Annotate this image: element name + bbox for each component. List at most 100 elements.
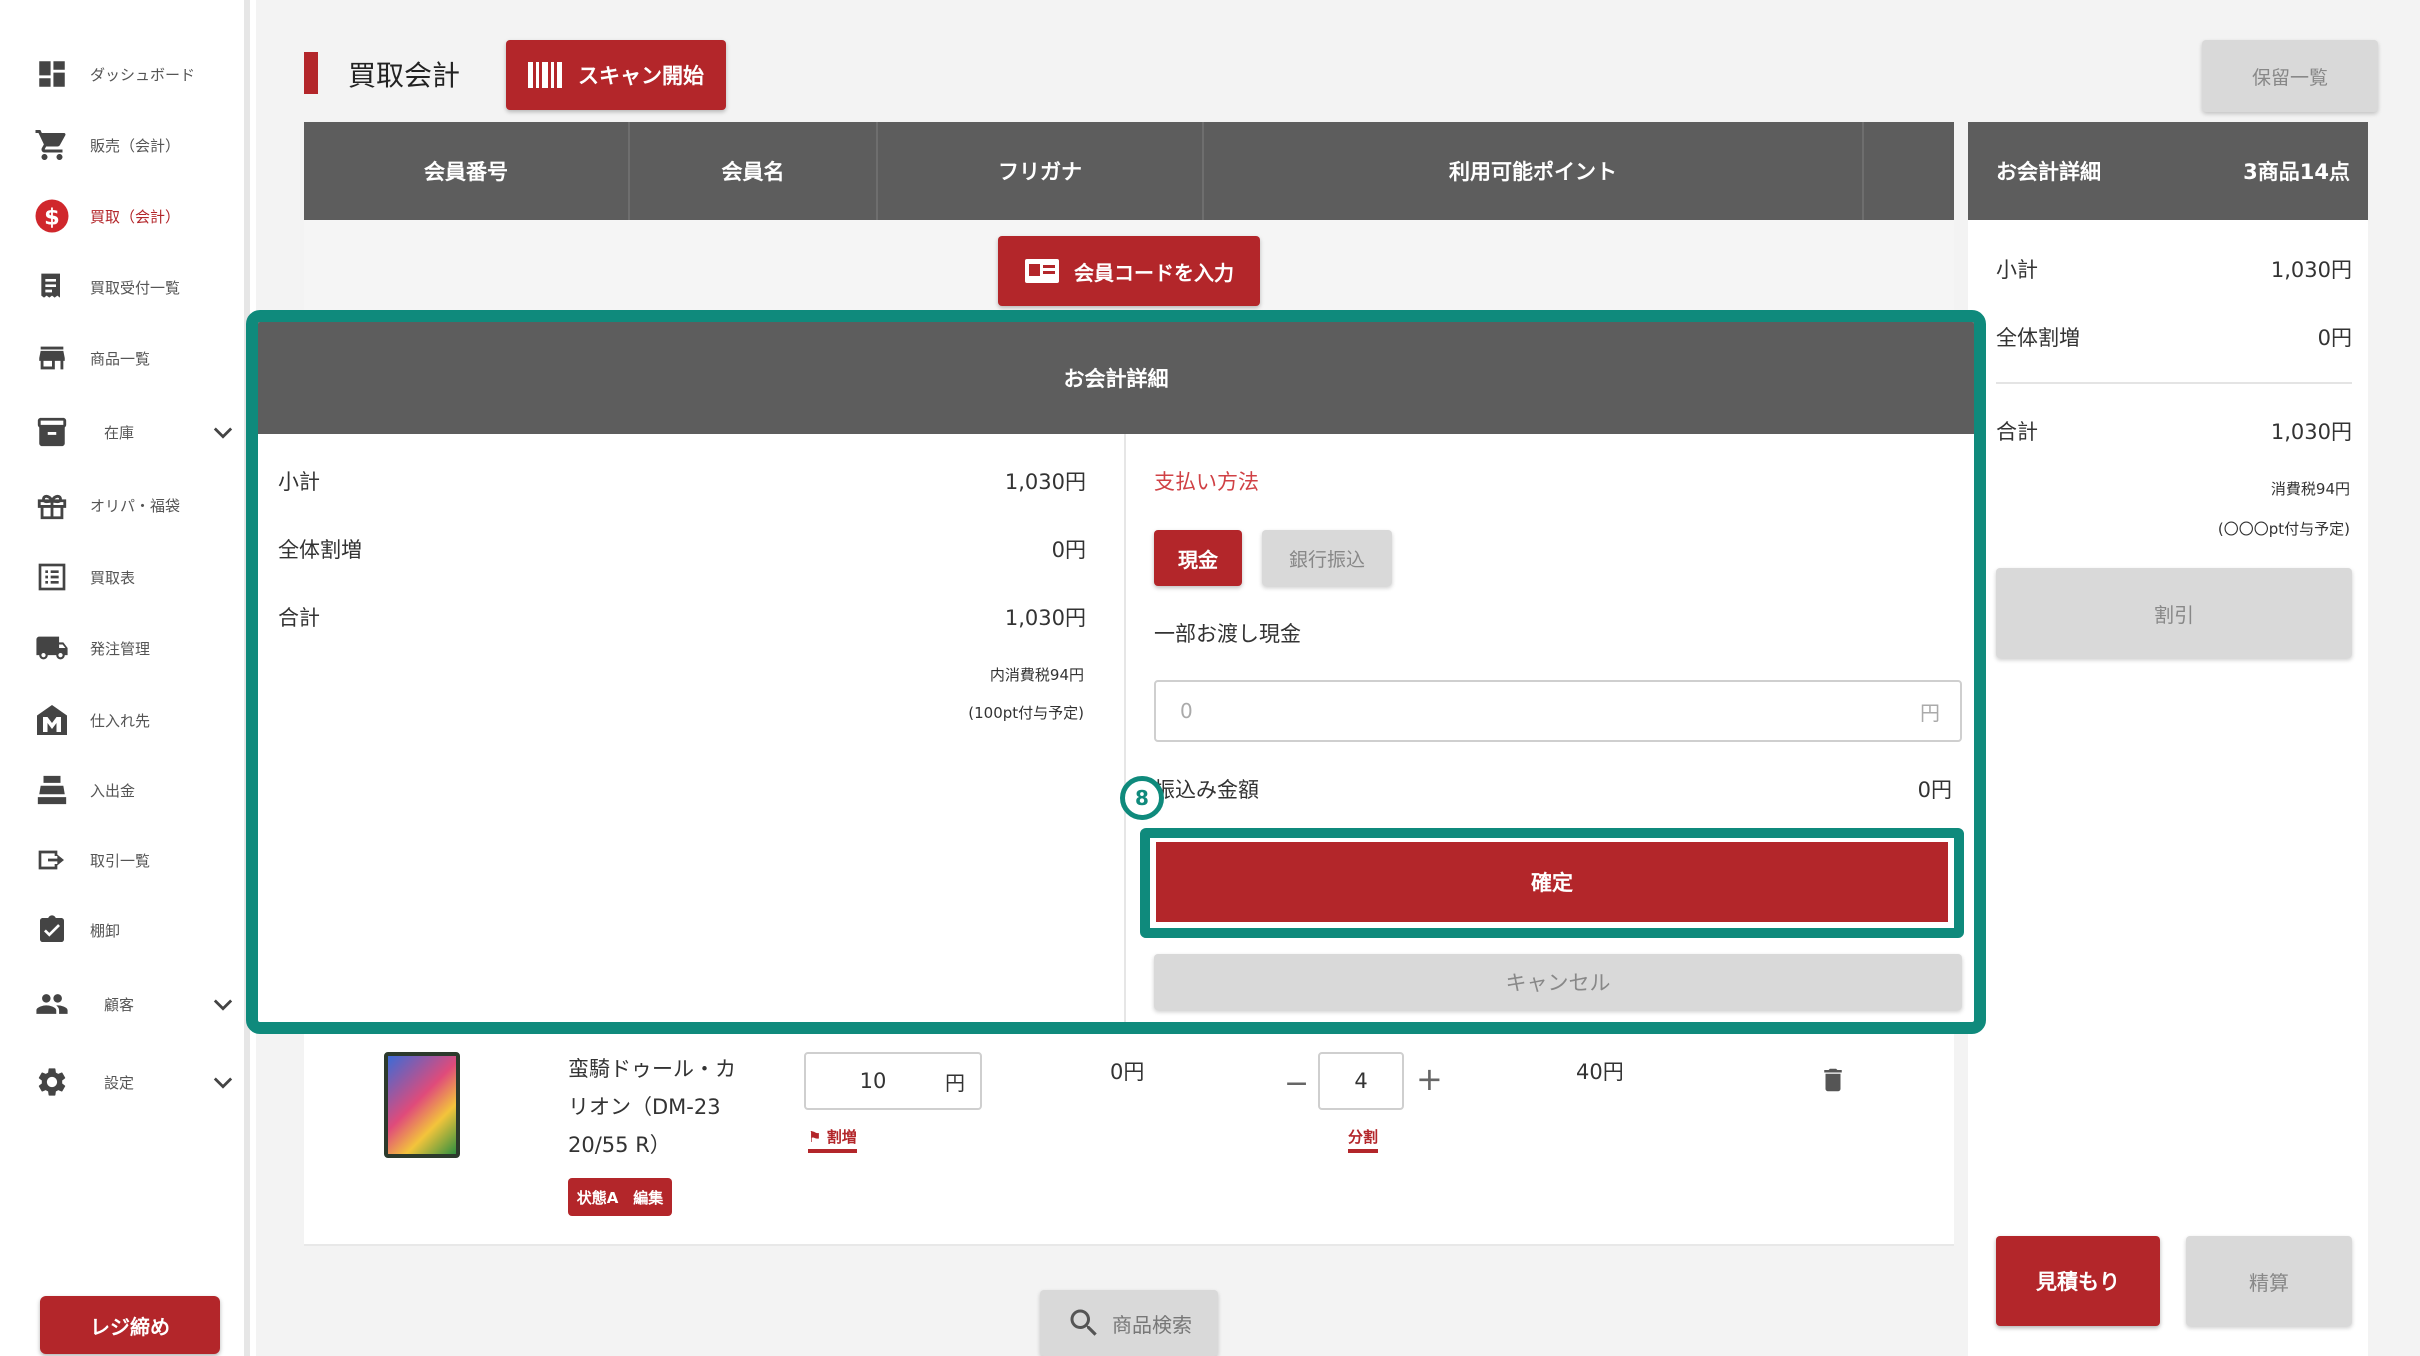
summary-total-value: 1,030円 — [2270, 420, 2352, 444]
summary-subtotal-label: 小計 — [1996, 258, 2038, 282]
gift-icon — [32, 485, 72, 525]
hold-list-button[interactable]: 保留一覧 — [2202, 40, 2378, 112]
confirm-button[interactable]: 確定 — [1156, 842, 1948, 922]
payment-method-label: 支払い方法 — [1154, 470, 1259, 494]
partial-cash-unit: 円 — [1920, 700, 1940, 725]
quantity-decrease-button[interactable]: − — [1284, 1066, 1309, 1101]
sidebar-item-label: 棚卸 — [90, 921, 121, 940]
people-icon — [32, 984, 72, 1024]
sidebar-item-label: 入出金 — [90, 781, 136, 800]
unit-price-unit: 円 — [945, 1070, 965, 1095]
sidebar-item-inventory[interactable]: 在庫 — [32, 408, 237, 456]
summary-subtotal-value: 1,030円 — [2270, 258, 2352, 282]
sidebar-item-price-list[interactable]: 買取表 — [32, 553, 237, 601]
settle-button[interactable]: 精算 — [2186, 1236, 2352, 1326]
step-marker: 8 — [1120, 776, 1164, 820]
discount-button[interactable]: 割引 — [1996, 568, 2352, 658]
checklist-icon — [32, 910, 72, 950]
summary-header: お会計詳細 3商品14点 — [1968, 122, 2368, 220]
sidebar-item-dashboard[interactable]: ダッシュボード — [32, 50, 237, 98]
sidebar-item-cash[interactable]: 入出金 — [32, 766, 237, 814]
column-spacer — [1864, 122, 1954, 220]
price-tag-link[interactable]: ⚑ 割増 — [808, 1126, 857, 1153]
sidebar-item-label: 販売（会計） — [90, 136, 181, 155]
summary-discount-row: 全体割増 0円 — [1996, 322, 2352, 352]
list-icon — [32, 557, 72, 597]
sidebar-item-settings[interactable]: 設定 — [32, 1058, 237, 1106]
summary-total-label: 合計 — [1996, 420, 2038, 444]
quantity-input[interactable]: 4 — [1318, 1052, 1404, 1110]
supplier-icon — [32, 700, 72, 740]
column-member-name: 会員名 — [630, 122, 878, 220]
transfer-amount-value: 0円 — [1917, 778, 1952, 802]
summary-points-note: (〇〇〇pt付与予定) — [2217, 520, 2350, 538]
product-search-button[interactable]: 商品検索 — [1040, 1290, 1218, 1356]
member-table-header: 会員番号 会員名 フリガナ 利用可能ポイント — [304, 122, 1954, 220]
scan-button[interactable]: スキャン開始 — [506, 40, 726, 110]
tag-icon: ⚑ — [808, 1128, 822, 1146]
sidebar-item-purchase[interactable]: $ 買取（会計） — [32, 192, 237, 240]
summary-header-title: お会計詳細 — [1996, 160, 2101, 184]
receipt-icon — [32, 267, 72, 307]
item-discount: 0円 — [1110, 1060, 1145, 1084]
summary-divider — [1996, 382, 2352, 384]
sidebar-item-stocktake[interactable]: 棚卸 — [32, 906, 237, 954]
close-register-button[interactable]: レジ締め — [40, 1296, 220, 1354]
chevron-down-icon[interactable] — [209, 1068, 237, 1096]
dashboard-icon — [32, 54, 72, 94]
id-card-icon — [1025, 259, 1059, 283]
sidebar-item-label: 商品一覧 — [90, 349, 151, 368]
bank-transfer-button[interactable]: 銀行振込 — [1262, 530, 1392, 586]
barcode-icon — [528, 62, 562, 88]
cart-icon — [32, 125, 72, 165]
sidebar-item-sales[interactable]: 販売（会計） — [32, 121, 237, 169]
dialog-total-label: 合計 — [278, 606, 320, 630]
quantity-increase-button[interactable]: + — [1416, 1060, 1443, 1098]
sidebar-item-label: 買取（会計） — [90, 207, 181, 226]
split-link[interactable]: 分割 — [1348, 1126, 1379, 1153]
summary-total-row: 合計 1,030円 — [1996, 416, 2352, 446]
item-total: 40円 — [1576, 1060, 1624, 1084]
summary-panel — [1968, 122, 2368, 1356]
sidebar-item-label: 取引一覧 — [90, 851, 151, 870]
dialog-discount-label: 全体割増 — [278, 538, 362, 562]
dialog-subtotal-value: 1,030円 — [1004, 470, 1086, 494]
dialog-subtotal-row: 小計 1,030円 — [278, 466, 1086, 496]
dialog-summary: 小計 1,030円 全体割増 0円 合計 1,030円 内消費税94円 (100… — [258, 434, 1126, 1022]
svg-text:$: $ — [44, 204, 60, 230]
sidebar-item-label: 設定 — [104, 1073, 135, 1092]
cancel-button[interactable]: キャンセル — [1154, 954, 1962, 1010]
sidebar-item-label: 仕入れ先 — [90, 711, 151, 730]
sidebar-item-products[interactable]: 商品一覧 — [32, 334, 237, 382]
sidebar-item-oripa[interactable]: オリパ・福袋 — [32, 481, 237, 529]
sidebar-item-suppliers[interactable]: 仕入れ先 — [32, 696, 237, 744]
store-icon — [32, 338, 72, 378]
gear-icon — [32, 1062, 72, 1102]
sidebar-item-label: オリパ・福袋 — [90, 496, 181, 515]
dialog-discount-value: 0円 — [1051, 538, 1086, 562]
sidebar-item-transactions[interactable]: 取引一覧 — [32, 836, 237, 884]
item-condition-badge[interactable]: 状態A 編集 — [568, 1178, 672, 1216]
chevron-down-icon[interactable] — [209, 990, 237, 1018]
sidebar-item-label: 顧客 — [104, 995, 135, 1014]
trash-icon[interactable] — [1818, 1062, 1848, 1102]
transaction-icon — [32, 840, 72, 880]
sidebar-item-purchase-list[interactable]: 買取受付一覧 — [32, 263, 237, 311]
unit-price-input[interactable]: 10 円 — [804, 1052, 982, 1110]
partial-cash-input[interactable]: 0 円 — [1154, 680, 1962, 742]
title-accent-bar — [304, 52, 318, 94]
item-name: 蛮騎ドゥール・カリオン（DM-23 20/55 R） — [568, 1057, 736, 1157]
enter-member-code-button[interactable]: 会員コードを入力 — [998, 236, 1260, 306]
estimate-button[interactable]: 見積もり — [1996, 1236, 2160, 1326]
item-thumbnail — [384, 1052, 460, 1158]
scan-button-label: スキャン開始 — [578, 64, 704, 88]
search-icon — [1070, 1309, 1097, 1336]
column-furigana: フリガナ — [878, 122, 1204, 220]
dollar-icon: $ — [32, 196, 72, 236]
register-icon — [32, 770, 72, 810]
price-tag-label: 割増 — [826, 1128, 857, 1146]
sidebar-item-customers[interactable]: 顧客 — [32, 980, 237, 1028]
sidebar-item-orders[interactable]: 発注管理 — [32, 624, 237, 672]
cash-payment-button[interactable]: 現金 — [1154, 530, 1242, 586]
chevron-down-icon[interactable] — [209, 418, 237, 446]
